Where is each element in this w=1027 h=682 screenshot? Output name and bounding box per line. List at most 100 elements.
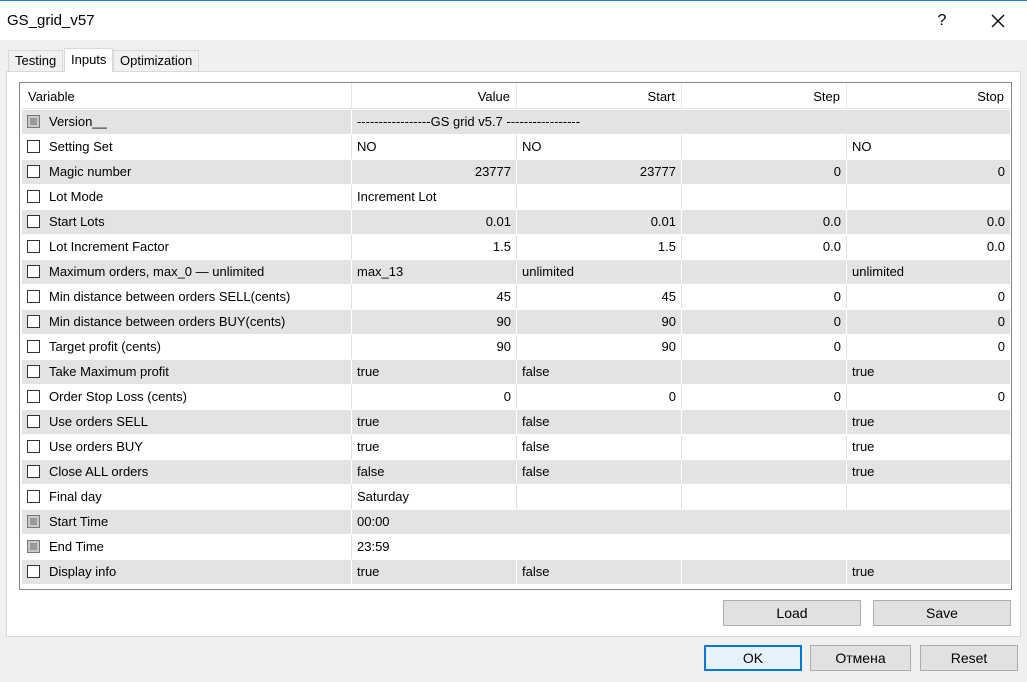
stop-cell[interactable]: true xyxy=(847,435,1010,459)
value-cell[interactable]: 0 xyxy=(352,385,517,409)
stop-cell[interactable]: true xyxy=(847,410,1010,434)
value-cell[interactable]: 45 xyxy=(352,285,517,309)
close-button[interactable] xyxy=(980,5,1016,37)
start-cell[interactable]: false xyxy=(517,435,682,459)
step-cell[interactable]: 0 xyxy=(682,310,847,334)
value-cell[interactable]: true xyxy=(352,410,517,434)
value-cell[interactable]: 00:00 xyxy=(352,510,1010,534)
optimize-checkbox[interactable] xyxy=(27,565,40,578)
start-cell[interactable]: NO xyxy=(517,135,682,159)
table-row[interactable]: Start Lots 0.01 0.01 0.0 0.0 xyxy=(22,210,1010,235)
table-row[interactable]: Setting Set NO NO NO xyxy=(22,135,1010,160)
stop-cell[interactable]: 0 xyxy=(847,385,1010,409)
step-cell[interactable] xyxy=(682,460,847,484)
stop-cell[interactable]: true xyxy=(847,360,1010,384)
value-cell[interactable]: max_13 xyxy=(352,260,517,284)
tab-optimization[interactable]: Optimization xyxy=(113,50,200,71)
stop-cell[interactable]: 0.0 xyxy=(847,210,1010,234)
value-cell[interactable]: true xyxy=(352,435,517,459)
optimize-checkbox[interactable] xyxy=(27,465,40,478)
value-cell[interactable]: 1.5 xyxy=(352,235,517,259)
optimize-checkbox[interactable] xyxy=(27,265,40,278)
value-cell[interactable]: Saturday xyxy=(352,485,517,509)
table-row[interactable]: Order Stop Loss (cents) 0 0 0 0 xyxy=(22,385,1010,410)
table-row[interactable]: Use orders BUY true false true xyxy=(22,435,1010,460)
value-cell[interactable]: 90 xyxy=(352,335,517,359)
step-cell[interactable]: 0 xyxy=(682,335,847,359)
start-cell[interactable]: unlimited xyxy=(517,260,682,284)
step-cell[interactable]: 0 xyxy=(682,285,847,309)
inputs-grid[interactable]: Variable Value Start Step Stop Version__… xyxy=(19,82,1012,590)
optimize-checkbox[interactable] xyxy=(27,490,40,503)
optimize-checkbox[interactable] xyxy=(27,365,40,378)
table-row[interactable]: Take Maximum profit true false true xyxy=(22,360,1010,385)
start-cell[interactable]: 1.5 xyxy=(517,235,682,259)
value-cell[interactable]: -----------------GS grid v5.7 ----------… xyxy=(352,110,1010,134)
value-cell[interactable]: 90 xyxy=(352,310,517,334)
cancel-button[interactable]: Отмена xyxy=(810,645,911,671)
stop-cell[interactable]: 0 xyxy=(847,160,1010,184)
start-cell[interactable]: 90 xyxy=(517,335,682,359)
table-row[interactable]: Min distance between orders SELL(cents) 4… xyxy=(22,285,1010,310)
optimize-checkbox[interactable] xyxy=(27,240,40,253)
stop-cell[interactable]: 0 xyxy=(847,335,1010,359)
step-cell[interactable] xyxy=(682,260,847,284)
start-cell[interactable]: false xyxy=(517,560,682,584)
load-button[interactable]: Load xyxy=(723,600,861,626)
table-row[interactable]: Close ALL orders false false true xyxy=(22,460,1010,485)
start-cell[interactable]: false xyxy=(517,360,682,384)
table-row[interactable]: Final day Saturday xyxy=(22,485,1010,510)
ok-button[interactable]: OK xyxy=(704,645,802,671)
optimize-checkbox[interactable] xyxy=(27,415,40,428)
start-cell[interactable]: 90 xyxy=(517,310,682,334)
table-row[interactable]: Lot Mode Increment Lot xyxy=(22,185,1010,210)
stop-cell[interactable]: 0 xyxy=(847,285,1010,309)
value-cell[interactable]: 0.01 xyxy=(352,210,517,234)
tab-inputs[interactable]: Inputs xyxy=(64,48,114,72)
reset-button[interactable]: Reset xyxy=(920,645,1018,671)
step-cell[interactable] xyxy=(682,435,847,459)
table-row[interactable]: Start Time 00:00 xyxy=(22,510,1010,535)
optimize-checkbox[interactable] xyxy=(27,340,40,353)
start-cell[interactable]: false xyxy=(517,410,682,434)
optimize-checkbox[interactable] xyxy=(27,440,40,453)
column-header-value[interactable]: Value xyxy=(352,84,517,109)
value-cell[interactable]: NO xyxy=(352,135,517,159)
column-header-variable[interactable]: Variable xyxy=(22,84,352,109)
step-cell[interactable] xyxy=(682,560,847,584)
stop-cell[interactable]: unlimited xyxy=(847,260,1010,284)
optimize-checkbox[interactable] xyxy=(27,190,40,203)
stop-cell[interactable]: true xyxy=(847,460,1010,484)
value-cell[interactable]: true xyxy=(352,560,517,584)
step-cell[interactable]: 0 xyxy=(682,385,847,409)
start-cell[interactable]: 45 xyxy=(517,285,682,309)
optimize-checkbox[interactable] xyxy=(27,315,40,328)
table-row[interactable]: Min distance between orders BUY(cents) 90… xyxy=(22,310,1010,335)
step-cell[interactable] xyxy=(682,360,847,384)
table-row[interactable]: Maximum orders, max_0 — unlimited max_13 u… xyxy=(22,260,1010,285)
table-row[interactable]: Target profit (cents) 90 90 0 0 xyxy=(22,335,1010,360)
start-cell[interactable]: 0.01 xyxy=(517,210,682,234)
step-cell[interactable]: 0.0 xyxy=(682,210,847,234)
save-button[interactable]: Save xyxy=(873,600,1011,626)
column-header-start[interactable]: Start xyxy=(517,84,682,109)
step-cell[interactable]: 0.0 xyxy=(682,235,847,259)
value-cell[interactable]: 23777 xyxy=(352,160,517,184)
table-row[interactable]: Use orders SELL true false true xyxy=(22,410,1010,435)
value-cell[interactable]: true xyxy=(352,360,517,384)
optimize-checkbox[interactable] xyxy=(27,215,40,228)
step-cell[interactable]: 0 xyxy=(682,160,847,184)
start-cell[interactable]: 0 xyxy=(517,385,682,409)
table-row[interactable]: Version__ -----------------GS grid v5.7 -… xyxy=(22,110,1010,135)
optimize-checkbox[interactable] xyxy=(27,165,40,178)
optimize-checkbox[interactable] xyxy=(27,290,40,303)
start-cell[interactable] xyxy=(517,485,682,509)
column-header-stop[interactable]: Stop xyxy=(847,84,1010,109)
table-row[interactable]: End Time 23:59 xyxy=(22,535,1010,560)
tab-testing[interactable]: Testing xyxy=(8,50,64,71)
optimize-checkbox[interactable] xyxy=(27,390,40,403)
start-cell[interactable]: 23777 xyxy=(517,160,682,184)
table-row[interactable]: Display info true false true xyxy=(22,560,1010,585)
value-cell[interactable]: 23:59 xyxy=(352,535,1010,559)
stop-cell[interactable]: true xyxy=(847,560,1010,584)
